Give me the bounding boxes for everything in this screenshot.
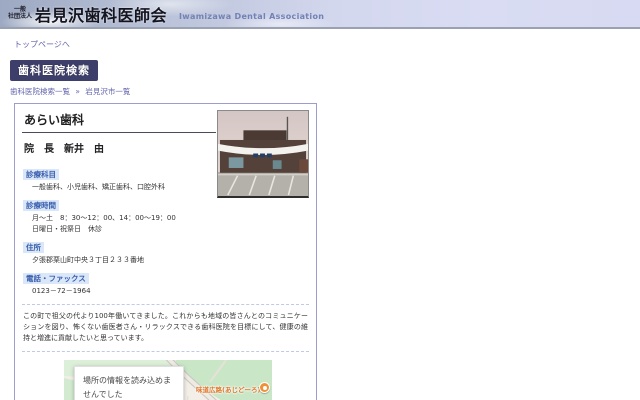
- breadcrumb-link-iwamizawa-list[interactable]: 岩見沢市一覧: [85, 87, 130, 96]
- breadcrumb-link-clinic-search-list[interactable]: 歯科医院検索一覧: [10, 87, 70, 96]
- field-value-address: 夕張郡栗山町中央３丁目２３３番地: [32, 256, 144, 264]
- top-page-link[interactable]: トップページへ: [14, 39, 70, 50]
- restaurant-poi-icon[interactable]: [259, 382, 270, 393]
- map-label-restaurant: 味道広路(あじどーろ): [196, 386, 261, 394]
- map-error-message: 場所の情報を読み込めませんでした: [74, 366, 184, 400]
- map-embed[interactable]: 味道広路(あじどーろ) くりやま温泉ホテル パラダイスヒルズ 栗山 中央 栗山町…: [64, 360, 272, 400]
- field-departments: 診療科目 一般歯科、小児歯科、矯正歯科、口腔外科: [22, 162, 222, 193]
- org-type-label: 一般 社団法人: [8, 6, 33, 21]
- org-type-line2: 社団法人: [8, 12, 33, 20]
- page: 一般 社団法人 岩見沢歯科医師会 Iwamizawa Dental Associ…: [0, 0, 640, 400]
- field-label-phone-fax: 電話・ファックス: [23, 273, 89, 284]
- clinic-building-photo: [217, 110, 309, 198]
- field-label-address: 住所: [23, 242, 44, 253]
- field-address: 住所 夕張郡栗山町中央３丁目２３３番地: [22, 235, 222, 266]
- field-label-hours: 診療時間: [23, 200, 59, 211]
- field-value-phone-fax: 0123－72－1964: [32, 287, 91, 295]
- divider: [22, 304, 309, 305]
- breadcrumb-separator: »: [75, 87, 80, 96]
- clinic-card: あらい歯科 院 長 新井 由 診療科目 一般歯科、小児歯科、矯正歯科、口腔外科 …: [14, 103, 317, 400]
- field-value-departments: 一般歯科、小児歯科、矯正歯科、口腔外科: [32, 183, 165, 191]
- clinic-description: この町で祖父の代より100年働いてきました。これからも地域の皆さんとのコミュニケ…: [23, 312, 308, 342]
- field-hours: 診療時間 月～土 8：30～12：00、14：00～19：00 日曜日・祝祭日 …: [22, 193, 222, 235]
- field-value-hours-weekday: 月～土 8：30～12：00、14：00～19：00: [32, 214, 176, 222]
- clinic-director: 院 長 新井 由: [24, 144, 104, 155]
- clinic-building-illustration: [218, 111, 308, 196]
- site-logo[interactable]: 岩見沢歯科医師会: [35, 2, 167, 26]
- site-header: 一般 社団法人 岩見沢歯科医師会 Iwamizawa Dental Associ…: [0, 0, 640, 29]
- field-phone-fax: 電話・ファックス 0123－72－1964: [22, 266, 222, 297]
- breadcrumb: 歯科医院検索一覧 » 岩見沢市一覧: [10, 86, 640, 97]
- clinic-info: あらい歯科 院 長 新井 由 診療科目 一般歯科、小児歯科、矯正歯科、口腔外科 …: [22, 110, 222, 297]
- clinic-name: あらい歯科: [22, 110, 216, 133]
- field-label-departments: 診療科目: [23, 169, 59, 180]
- page-title-badge: 歯科医院検索: [10, 60, 98, 81]
- divider: [22, 351, 309, 352]
- field-value-hours-holiday: 日曜日・祝祭日 休診: [32, 225, 102, 233]
- site-name-english: Iwamizawa Dental Association: [179, 11, 325, 21]
